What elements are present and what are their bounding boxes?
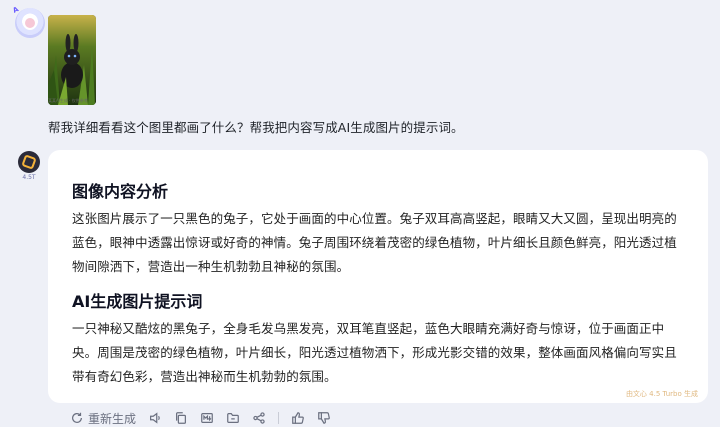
user-message: 帮我详细看看这个图里都画了什么？帮我把内容写成AI生成图片的提示词。 — [48, 120, 464, 135]
copy-button[interactable] — [174, 411, 188, 425]
save-icon — [227, 413, 239, 423]
avatar-badge: A — [11, 5, 20, 15]
uploaded-image-thumbnail[interactable] — [48, 15, 96, 105]
section-heading: AI生成图片提示词 — [72, 292, 203, 311]
speaker-icon — [150, 412, 160, 424]
section-text: 一只神秘又酷炫的黑兔子，全身毛发乌黑发亮，双耳笔直竖起，蓝色大眼睛充满好奇与惊讶… — [72, 321, 677, 384]
bot-response-card: 图像内容分析 这张图片展示了一只黑色的兔子，它处于画面的中心位置。兔子双耳高高竖… — [48, 150, 708, 403]
thumbs-up-icon — [292, 412, 304, 424]
markdown-icon — [201, 413, 213, 423]
user-avatar: A — [11, 5, 45, 38]
markdown-button[interactable] — [200, 411, 214, 425]
bot-logo-icon — [21, 154, 37, 170]
toolbar-divider — [278, 412, 280, 424]
bot-version-label: 4.5T — [22, 174, 36, 181]
avatar-face — [23, 16, 37, 30]
like-button[interactable] — [291, 411, 305, 425]
share-icon — [253, 412, 265, 424]
dislike-button[interactable] — [317, 411, 331, 425]
share-button[interactable] — [252, 411, 266, 425]
regenerate-button[interactable]: 重新生成 — [70, 410, 136, 427]
image-caption: 某某AI生成 · 仅供参考 — [48, 98, 88, 103]
response-toolbar: 重新生成 — [70, 410, 343, 426]
bot-avatar — [18, 151, 40, 173]
rabbit-image — [48, 15, 96, 105]
thumbs-down-icon — [318, 412, 330, 424]
refresh-icon — [72, 412, 82, 423]
regenerate-label: 重新生成 — [88, 411, 137, 426]
section-heading: 图像内容分析 — [72, 182, 169, 201]
generated-by-label: 由文心 4.5 Turbo 生成 — [625, 390, 698, 398]
save-button[interactable] — [226, 411, 240, 425]
section-text: 这张图片展示了一只黑色的兔子，它处于画面的中心位置。兔子双耳高高竖起，眼睛又大又… — [72, 211, 677, 274]
read-aloud-button[interactable] — [148, 411, 162, 425]
copy-icon — [176, 412, 187, 424]
